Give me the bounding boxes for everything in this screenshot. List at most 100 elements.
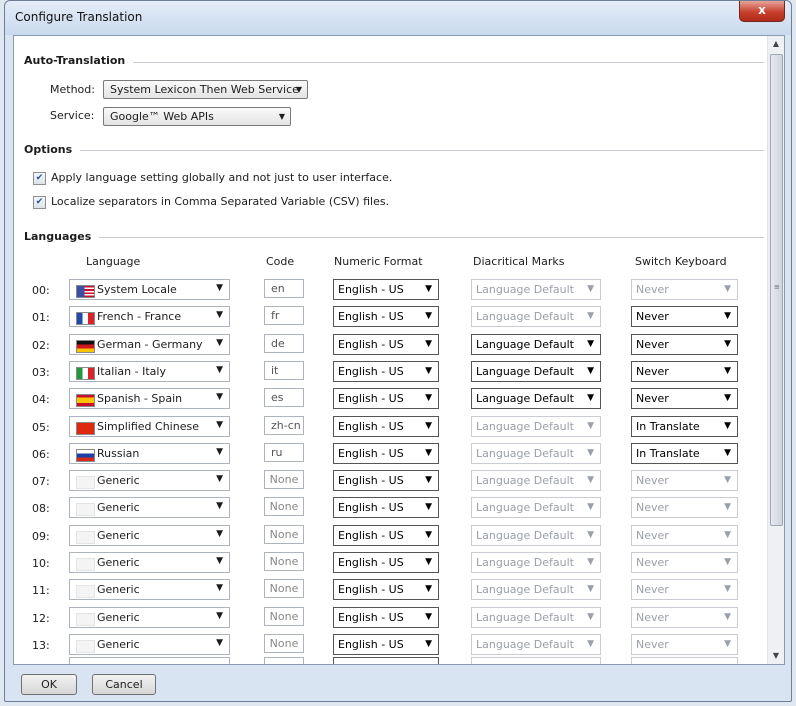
service-label: Service: [50, 109, 95, 122]
scrollbar-thumb[interactable]: ≡ [770, 54, 783, 526]
language-select[interactable]: Russian ▼ [69, 442, 230, 464]
switch-keyboard-select[interactable]: Never ▼ [631, 470, 738, 492]
numeric-format-select[interactable]: English - US ▼ [333, 633, 439, 655]
scroll-down-icon[interactable]: ▼ [768, 648, 784, 664]
row-number: 04: [32, 393, 50, 407]
language-select[interactable]: German - Germany ▼ [69, 333, 230, 355]
language-select[interactable] [69, 657, 230, 664]
diacritical-marks-select[interactable]: Language Default ▼ [471, 333, 601, 355]
numeric-format-select[interactable]: English - US ▼ [333, 524, 439, 546]
switch-keyboard-select[interactable]: Never ▼ [631, 606, 738, 628]
table-row: 02: German - Germany ▼ de English - US ▼ Langu… [14, 333, 774, 361]
diacritical-marks-select[interactable]: Language Default ▼ [471, 497, 601, 519]
language-select[interactable]: Generic ▼ [69, 470, 230, 492]
language-select[interactable]: Generic ▼ [69, 552, 230, 573]
code-field[interactable]: es [264, 388, 304, 408]
diacritical-marks-select[interactable]: Language Default ▼ [471, 306, 601, 328]
code-field[interactable]: en [264, 279, 304, 298]
numeric-format-select[interactable]: English - US ▼ [333, 360, 439, 382]
code-field[interactable]: de [264, 333, 304, 353]
numeric-format-select[interactable]: English - US ▼ [333, 606, 439, 628]
diacritical-marks-select[interactable]: Language Default ▼ [471, 606, 601, 628]
language-select[interactable]: Italian - Italy ▼ [69, 360, 230, 382]
code-field[interactable]: None [264, 606, 304, 626]
switch-keyboard-select[interactable]: Never ▼ [631, 552, 738, 573]
code-field[interactable]: fr [264, 306, 304, 326]
chevron-down-icon: ▼ [425, 584, 432, 595]
diacritical-marks-select[interactable]: Language Default ▼ [471, 633, 601, 655]
diacritical-marks-select[interactable] [471, 657, 601, 664]
ok-button[interactable]: OK [21, 674, 77, 695]
numeric-format-select[interactable]: English - US ▼ [333, 388, 439, 410]
code-field[interactable]: None [264, 470, 304, 490]
numeric-format-select[interactable]: English - US ▼ [333, 279, 439, 300]
code-field[interactable]: ru [264, 442, 304, 462]
numeric-format-select[interactable]: English - US ▼ [333, 470, 439, 492]
switch-keyboard-select[interactable]: Never ▼ [631, 279, 738, 300]
switch-keyboard-select[interactable]: Never ▼ [631, 579, 738, 601]
diacritical-marks-select[interactable]: Language Default ▼ [471, 552, 601, 573]
code-field[interactable]: None [264, 552, 304, 571]
diacritical-marks-value: Language Default [476, 637, 574, 651]
language-select[interactable]: Generic ▼ [69, 579, 230, 601]
language-name: Spanish - Spain [97, 392, 183, 406]
language-select[interactable]: French - France ▼ [69, 306, 230, 328]
switch-keyboard-select[interactable]: In Translate ▼ [631, 415, 738, 437]
switch-keyboard-select[interactable]: In Translate ▼ [631, 442, 738, 464]
vertical-scrollbar[interactable]: ▲ ≡ ▼ [767, 36, 784, 664]
diacritical-marks-select[interactable]: Language Default ▼ [471, 524, 601, 546]
diacritical-marks-value: Language Default [476, 446, 574, 460]
switch-keyboard-select[interactable]: Never ▼ [631, 306, 738, 328]
apply-globally-checkbox[interactable]: ✔ [33, 172, 46, 185]
diacritical-marks-select[interactable]: Language Default ▼ [471, 360, 601, 382]
column-header-switch-keyboard: Switch Keyboard [635, 255, 727, 268]
service-select[interactable]: Google™ Web APIs ▼ [103, 107, 291, 126]
numeric-format-select[interactable]: English - US ▼ [333, 415, 439, 437]
numeric-format-select[interactable]: English - US ▼ [333, 579, 439, 601]
diacritical-marks-select[interactable]: Language Default ▼ [471, 279, 601, 300]
diacritical-marks-select[interactable]: Language Default ▼ [471, 415, 601, 437]
numeric-format-select[interactable]: English - US ▼ [333, 442, 439, 464]
diacritical-marks-select[interactable]: Language Default ▼ [471, 388, 601, 410]
switch-keyboard-select[interactable] [631, 657, 738, 664]
numeric-format-select[interactable]: English - US ▼ [333, 306, 439, 328]
switch-keyboard-select[interactable]: Never ▼ [631, 388, 738, 410]
switch-keyboard-select[interactable]: Never ▼ [631, 497, 738, 519]
code-field[interactable]: None [264, 579, 304, 599]
language-select[interactable]: Spanish - Spain ▼ [69, 388, 230, 410]
cancel-button[interactable]: Cancel [92, 674, 156, 695]
table-row: 03: Italian - Italy ▼ it English - US ▼ Langua… [14, 360, 774, 388]
localize-separators-checkbox[interactable]: ✔ [33, 196, 46, 209]
numeric-format-value: English - US [338, 583, 404, 597]
diacritical-marks-value: Language Default [476, 364, 574, 378]
diacritical-marks-select[interactable]: Language Default ▼ [471, 442, 601, 464]
scroll-up-icon[interactable]: ▲ [768, 36, 784, 52]
code-field[interactable]: zh-cn [264, 415, 304, 435]
method-select[interactable]: System Lexicon Then Web Service ▼ [103, 80, 308, 99]
diacritical-marks-select[interactable]: Language Default ▼ [471, 579, 601, 601]
language-select[interactable]: Generic ▼ [69, 606, 230, 628]
language-select[interactable]: Generic ▼ [69, 497, 230, 519]
code-field[interactable]: None [264, 633, 304, 653]
numeric-format-select[interactable]: English - US ▼ [333, 497, 439, 519]
numeric-format-select[interactable]: English - US ▼ [333, 552, 439, 573]
language-select[interactable]: Generic ▼ [69, 524, 230, 546]
language-select[interactable]: Simplified Chinese ▼ [69, 415, 230, 437]
code-field[interactable]: it [264, 360, 304, 380]
chevron-down-icon: ▼ [425, 338, 432, 349]
language-select[interactable]: System Locale ▼ [69, 279, 230, 300]
switch-keyboard-select[interactable]: Never ▼ [631, 333, 738, 355]
code-field[interactable]: None [264, 524, 304, 544]
switch-keyboard-select[interactable]: Never ▼ [631, 360, 738, 382]
switch-keyboard-value: Never [636, 637, 669, 651]
switch-keyboard-select[interactable]: Never ▼ [631, 524, 738, 546]
language-select[interactable]: Generic ▼ [69, 633, 230, 655]
switch-keyboard-select[interactable]: Never ▼ [631, 633, 738, 655]
chevron-down-icon: ▼ [425, 365, 432, 376]
numeric-format-select[interactable] [333, 657, 439, 664]
code-field[interactable]: None [264, 497, 304, 517]
code-field[interactable] [264, 657, 304, 664]
diacritical-marks-select[interactable]: Language Default ▼ [471, 470, 601, 492]
close-button[interactable]: x [739, 1, 785, 22]
numeric-format-select[interactable]: English - US ▼ [333, 333, 439, 355]
